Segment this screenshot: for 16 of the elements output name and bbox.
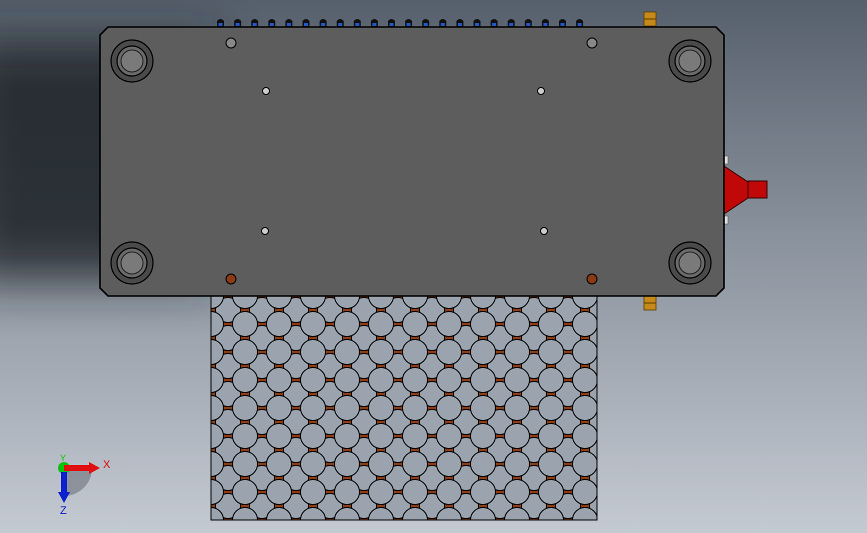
hole (261, 227, 269, 235)
hole (537, 87, 545, 95)
sprue-nozzle (724, 165, 768, 215)
hole (262, 87, 270, 95)
guide-bushing (668, 241, 712, 285)
brass-fitting (644, 12, 656, 26)
y-axis-label: Y (60, 453, 66, 463)
cad-viewport[interactable]: Y X Z (0, 0, 867, 533)
hole (540, 227, 548, 235)
z-axis-label: Z (60, 505, 67, 517)
brass-fitting (644, 296, 656, 310)
x-axis-label: X (103, 459, 110, 471)
guide-bushing (110, 39, 154, 83)
axis-triad-drawing (58, 462, 100, 503)
guide-bushing (110, 241, 154, 285)
guide-bushing (668, 39, 712, 83)
